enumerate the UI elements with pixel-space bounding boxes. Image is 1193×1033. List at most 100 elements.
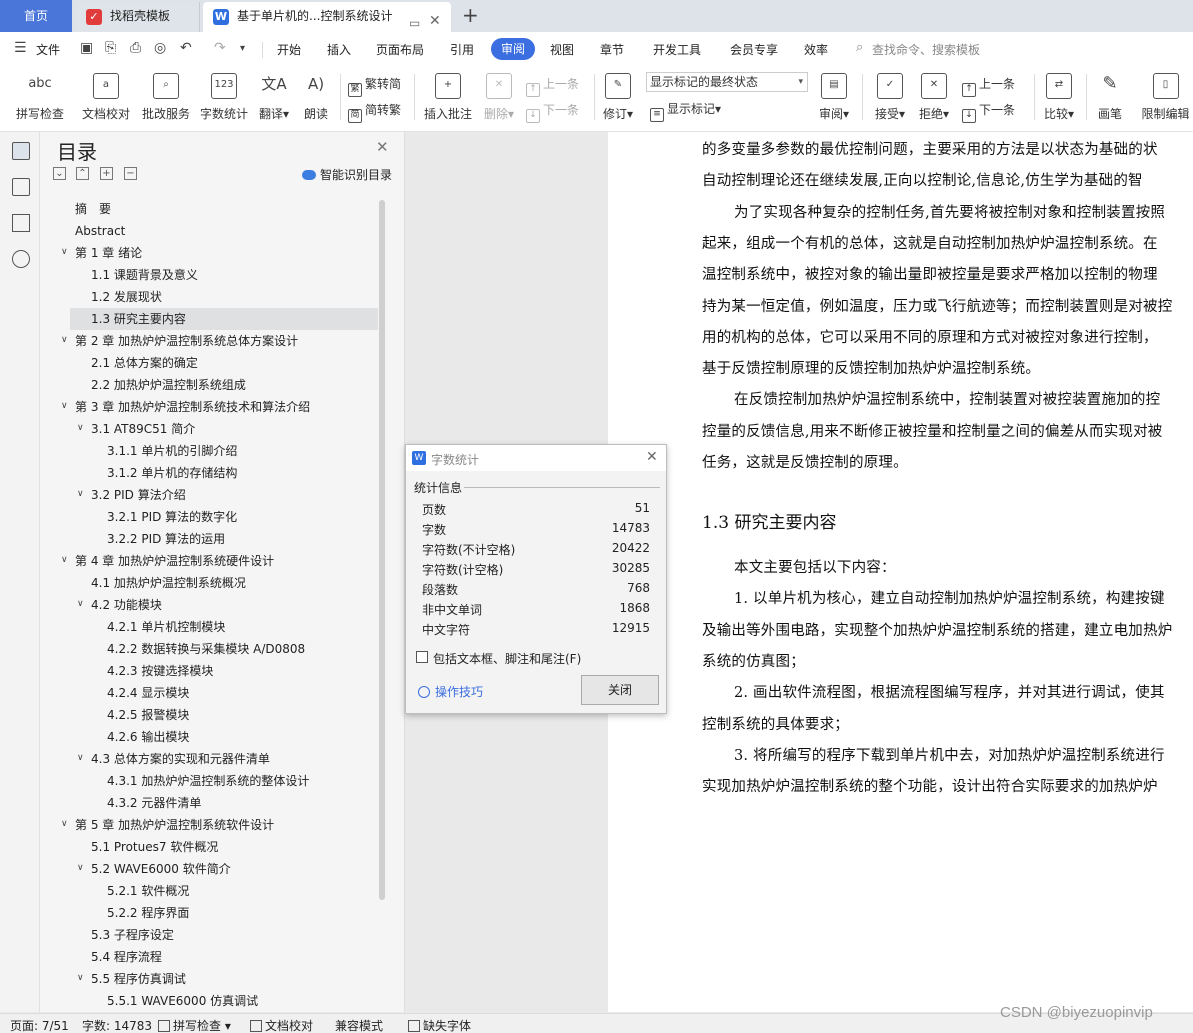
tab-document[interactable]: W 基于单片机的...控制系统设计 ▭ ✕ [203, 2, 451, 32]
close-icon[interactable]: ✕ [376, 138, 389, 156]
export-pdf-icon[interactable]: ⎘ [105, 40, 116, 56]
toc-icon[interactable] [12, 142, 30, 160]
prev-change-button[interactable]: ↑ 上一条 [962, 75, 1015, 97]
toc-item[interactable]: 3.1.1 单片机的引脚介绍 [107, 440, 237, 462]
menu-efficiency[interactable]: 效率 [804, 41, 828, 58]
toc-item[interactable]: 4.1 加热炉炉温控制系统概况 [91, 572, 246, 594]
toc-item[interactable]: 3.1 AT89C51 简介 [91, 418, 195, 440]
include-textbox-label[interactable]: 包括文本框、脚注和尾注(F) [433, 650, 581, 667]
collapse-all-icon[interactable]: ⌄ [53, 167, 66, 180]
toc-item[interactable]: 第 3 章 加热炉炉温控制系统技术和算法介绍 [75, 396, 310, 418]
hamburger-icon[interactable]: ☰ [14, 40, 27, 56]
toc-item[interactable]: 5.5 程序仿真调试 [91, 968, 186, 990]
menu-start[interactable]: 开始 [277, 41, 301, 58]
accept-button[interactable]: ✓ 接受▾ [870, 73, 910, 122]
more-chevron-icon[interactable]: ▾ [240, 43, 245, 54]
print-preview-icon[interactable]: ◎ [154, 40, 166, 56]
toc-item[interactable]: 4.2.5 报警模块 [107, 704, 189, 726]
toc-item[interactable]: 5.3 子程序设定 [91, 924, 174, 946]
toc-item[interactable]: 摘 要 [75, 198, 111, 220]
expand-all-icon[interactable]: ⌃ [76, 167, 89, 180]
menu-developer[interactable]: 开发工具 [653, 41, 701, 58]
menu-page-layout[interactable]: 页面布局 [376, 41, 424, 58]
missing-font-status[interactable]: 缺失字体 [408, 1017, 471, 1033]
toc-item[interactable]: 4.2.2 数据转换与采集模块 A/D0808 [107, 638, 305, 660]
menu-insert[interactable]: 插入 [327, 41, 351, 58]
spell-check-status[interactable]: 拼写检查 ▾ [158, 1017, 231, 1033]
toc-item[interactable]: 第 2 章 加热炉炉温控制系统总体方案设计 [75, 330, 298, 352]
pen-button[interactable]: ✎ 画笔 [1092, 73, 1128, 122]
tab-home[interactable]: 首页 [0, 0, 72, 32]
toc-item[interactable]: 4.2 功能模块 [91, 594, 162, 616]
next-comment-button[interactable]: ↓ 下一条 [526, 101, 579, 123]
revise-button[interactable]: ✎ 修订▾ [600, 73, 636, 122]
tips-link[interactable]: 操作技巧 [418, 683, 483, 700]
menu-review[interactable]: 审阅 [491, 38, 535, 60]
toc-item[interactable]: 5.1 Protues7 软件概况 [91, 836, 218, 858]
read-aloud-button[interactable]: A) 朗读 [298, 73, 334, 122]
toc-item[interactable]: 4.3.2 元器件清单 [107, 792, 201, 814]
show-markup-button[interactable]: ≡ 显示标记▾ [650, 100, 721, 122]
toc-item[interactable]: 1.2 发展现状 [91, 286, 162, 308]
markup-state-select[interactable]: 显示标记的最终状态 ▾ [646, 72, 808, 92]
word-count-button[interactable]: 123 字数统计 [196, 73, 252, 122]
chevron-down-icon[interactable]: ∨ [77, 753, 84, 763]
toc-item[interactable]: 第 1 章 绪论 [75, 242, 142, 264]
redo-icon[interactable]: ↷ [214, 40, 226, 56]
toc-item[interactable]: 3.1.2 单片机的存储结构 [107, 462, 237, 484]
close-icon[interactable]: ✕ [646, 449, 658, 465]
toc-item[interactable]: 1.3 研究主要内容 [91, 308, 186, 330]
smart-toc-button[interactable]: 智能识别目录 [302, 166, 392, 183]
menu-view[interactable]: 视图 [550, 41, 574, 58]
undo-icon[interactable]: ↶ [180, 40, 192, 56]
search-icon[interactable] [12, 250, 30, 268]
add-heading-icon[interactable]: + [100, 167, 113, 180]
toc-item[interactable]: 5.4 程序流程 [91, 946, 162, 968]
toc-item[interactable]: 5.5.1 WAVE6000 仿真调试 [107, 990, 258, 1012]
toc-scrollbar[interactable] [379, 200, 385, 900]
toc-item[interactable]: 4.2.3 按键选择模块 [107, 660, 213, 682]
toc-item[interactable]: 4.2.6 输出模块 [107, 726, 189, 748]
toc-item[interactable]: 3.2.2 PID 算法的运用 [107, 528, 225, 550]
bookmark-icon[interactable] [12, 214, 30, 232]
chevron-down-icon[interactable]: ∨ [77, 423, 84, 433]
spell-check-button[interactable]: abc 拼写检查 [8, 73, 72, 122]
new-tab-icon[interactable]: + [462, 3, 479, 27]
chevron-down-icon[interactable]: ∨ [61, 555, 68, 565]
toc-item[interactable]: 4.2.1 单片机控制模块 [107, 616, 225, 638]
menu-chapter[interactable]: 章节 [600, 41, 624, 58]
annotate-service-button[interactable]: ⌕ 批改服务 [138, 73, 194, 122]
toc-item[interactable]: 3.2.1 PID 算法的数字化 [107, 506, 237, 528]
simp-to-trad-button[interactable]: 简简转繁 [348, 101, 401, 123]
doc-proof-status[interactable]: 文档校对 [250, 1017, 313, 1033]
word-count-indicator[interactable]: 字数: 14783 [82, 1017, 152, 1033]
prev-comment-button[interactable]: ↑ 上一条 [526, 75, 579, 97]
toc-item[interactable]: 4.3.1 加热炉炉温控制系统的整体设计 [107, 770, 309, 792]
restrict-edit-button[interactable]: ▯ 限制编辑 [1138, 73, 1193, 122]
trad-to-simp-button[interactable]: 繁繁转简 [348, 75, 401, 97]
toc-item[interactable]: 第 4 章 加热炉炉温控制系统硬件设计 [75, 550, 274, 572]
toc-item[interactable]: 2.2 加热炉炉温控制系统组成 [91, 374, 246, 396]
print-icon[interactable]: ⎙ [130, 40, 141, 56]
chevron-down-icon[interactable]: ∨ [61, 247, 68, 257]
reject-button[interactable]: ✕ 拒绝▾ [914, 73, 954, 122]
compare-button[interactable]: ⇄ 比较▾ [1038, 73, 1080, 122]
toc-item[interactable]: Abstract [75, 220, 125, 242]
chevron-down-icon[interactable]: ∨ [61, 819, 68, 829]
menu-reference[interactable]: 引用 [450, 41, 474, 58]
insert-comment-button[interactable]: + 插入批注 [420, 73, 476, 122]
chevron-down-icon[interactable]: ∨ [77, 863, 84, 873]
doc-proof-button[interactable]: a 文档校对 [78, 73, 134, 122]
save-icon[interactable]: ▣ [80, 40, 93, 56]
next-change-button[interactable]: ↓ 下一条 [962, 101, 1015, 123]
toc-item[interactable]: 5.2.1 软件概况 [107, 880, 189, 902]
close-tab-icon[interactable]: ✕ [429, 7, 441, 35]
toc-item[interactable]: 3.2 PID 算法介绍 [91, 484, 186, 506]
tab-templates[interactable]: ✓ 找稻壳模板 [76, 2, 200, 32]
delete-comment-button[interactable]: ✕ 删除▾ [480, 73, 518, 122]
chapter-nav-icon[interactable] [12, 178, 30, 196]
document-page[interactable]: 的多变量多参数的最优控制问题，主要采用的方法是以状态为基础的状 自动控制理论还在继… [608, 132, 1193, 1012]
remove-heading-icon[interactable]: − [124, 167, 137, 180]
toc-item[interactable]: 4.3 总体方案的实现和元器件清单 [91, 748, 270, 770]
toc-item[interactable]: 1.1 课题背景及意义 [91, 264, 198, 286]
